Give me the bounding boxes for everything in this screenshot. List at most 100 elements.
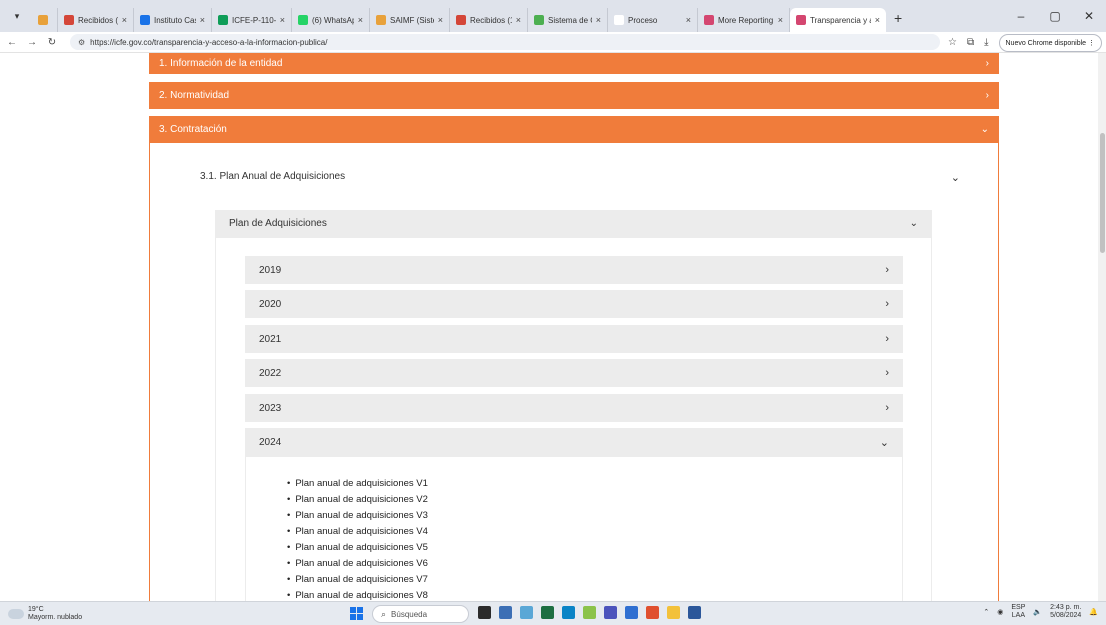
minimize-button[interactable]: – <box>1004 9 1038 23</box>
document-link[interactable]: Plan anual de adquisiciones V8 <box>287 588 428 601</box>
teams-icon[interactable] <box>604 606 617 619</box>
browser-tab[interactable]: Sistema de Gesti × <box>528 8 608 32</box>
app-icon[interactable] <box>583 606 596 619</box>
clock[interactable]: 2:43 p. m. 5/08/2024 <box>1050 604 1081 620</box>
browser-tab[interactable]: More Reporting × <box>698 8 790 32</box>
weather-desc: Mayorm. nublado <box>28 613 83 621</box>
bookmark-star-icon[interactable]: ☆ <box>948 37 957 48</box>
plan-adquisiciones-header[interactable]: Plan de Adquisiciones ⌄ <box>215 210 932 237</box>
subsection-label: 3.1. Plan Anual de Adquisiciones <box>200 171 346 182</box>
document-link[interactable]: Plan anual de adquisiciones V1 <box>287 476 428 492</box>
browser-tab[interactable]: Proceso × <box>608 8 698 32</box>
browser-tab[interactable]: Instituto Casas F × <box>134 8 212 32</box>
browser-tab[interactable]: SAIMF (Sistema d × <box>370 8 450 32</box>
chrome-update-button[interactable]: Nuevo Chrome disponible ⋮ <box>998 34 1102 52</box>
tab-favicon-icon <box>218 15 228 25</box>
browser-tab[interactable] <box>32 8 58 32</box>
document-link[interactable]: Plan anual de adquisiciones V5 <box>287 540 428 556</box>
tab-title: Proceso <box>628 15 658 25</box>
close-tab-icon[interactable]: × <box>358 15 363 25</box>
close-tab-icon[interactable]: × <box>875 15 880 25</box>
reload-icon[interactable]: ↻ <box>44 37 60 48</box>
section-normatividad[interactable]: 2. Normatividad › <box>149 82 999 109</box>
chevron-down-icon: ⌄ <box>950 172 960 184</box>
extensions-icon[interactable]: ⧉ <box>967 37 974 48</box>
browser-tab[interactable]: Recibidos (1.712) × <box>58 8 134 32</box>
back-icon[interactable]: ← <box>4 37 20 48</box>
document-list: Plan anual de adquisiciones V1Plan anual… <box>287 476 428 601</box>
date: 5/08/2024 <box>1050 612 1082 619</box>
browser-tab[interactable]: (6) WhatsApp × <box>292 8 370 32</box>
document-link[interactable]: Plan anual de adquisiciones V3 <box>287 508 428 524</box>
file-explorer-icon[interactable] <box>667 606 680 619</box>
year-row-2022[interactable]: 2022 › <box>245 359 903 387</box>
window-controls: – ▢ ✕ <box>1004 0 1106 32</box>
scrollbar-thumb[interactable] <box>1100 133 1105 253</box>
close-tab-icon[interactable]: × <box>122 15 127 25</box>
close-tab-icon[interactable]: × <box>438 15 443 25</box>
chevron-up-icon[interactable]: ⌃ <box>983 608 989 616</box>
year-row-2020[interactable]: 2020 › <box>245 290 903 318</box>
tab-title: Instituto Casas F <box>154 15 196 25</box>
year-row-2021[interactable]: 2021 › <box>245 325 903 353</box>
web-page: 1. Información de la entidad › 2. Normat… <box>0 53 1106 601</box>
tab-title: More Reporting <box>718 15 774 25</box>
section-label: 3. Contratación <box>159 124 227 135</box>
section-contratacion[interactable]: 3. Contratación ⌄ <box>149 116 999 143</box>
close-window-button[interactable]: ✕ <box>1072 9 1106 23</box>
notepad-icon[interactable] <box>625 606 638 619</box>
document-link[interactable]: Plan anual de adquisiciones V7 <box>287 572 428 588</box>
task-view-icon[interactable] <box>478 606 491 619</box>
document-link[interactable]: Plan anual de adquisiciones V6 <box>287 556 428 572</box>
close-tab-icon[interactable]: × <box>516 15 521 25</box>
year-row-2023[interactable]: 2023 › <box>245 394 903 422</box>
close-tab-icon[interactable]: × <box>280 15 285 25</box>
close-tab-icon[interactable]: × <box>686 15 691 25</box>
tab-favicon-icon <box>796 15 806 25</box>
tab-favicon-icon <box>376 15 386 25</box>
calculator-icon[interactable] <box>499 606 512 619</box>
edge-icon[interactable] <box>562 606 575 619</box>
cloud-icon <box>8 608 24 619</box>
download-icon[interactable]: ⤓ <box>984 37 988 48</box>
tab-favicon-icon <box>456 15 466 25</box>
browser-tab[interactable]: Recibidos (12) - s × <box>450 8 528 32</box>
year-row-2019[interactable]: 2019 › <box>245 256 903 284</box>
address-bar[interactable]: ⚙ https://icfe.gov.co/transparencia-y-ac… <box>70 34 940 50</box>
tab-search-icon[interactable]: ▾ <box>6 5 28 27</box>
forward-icon[interactable]: → <box>24 37 40 48</box>
section-informacion-entidad[interactable]: 1. Información de la entidad › <box>149 53 999 74</box>
tab-favicon-icon <box>704 15 714 25</box>
tab-title: Sistema de Gesti <box>548 15 592 25</box>
windows-start-icon[interactable] <box>350 607 363 620</box>
year-row-2024[interactable]: 2024 ⌄ <box>245 428 903 456</box>
notification-icon[interactable]: 🔔 <box>1089 608 1098 616</box>
site-info-icon[interactable]: ⚙ <box>78 38 85 47</box>
weather-widget[interactable]: 19°C Mayorm. nublado <box>8 606 82 622</box>
document-link[interactable]: Plan anual de adquisiciones V4 <box>287 524 428 540</box>
toolbar-icons: ☆ ⧉ ⤓ ● <box>948 37 1005 48</box>
new-tab-button[interactable]: + <box>894 10 902 26</box>
page-scrollbar[interactable] <box>1098 53 1106 601</box>
volume-icon[interactable]: 🔈 <box>1033 608 1042 616</box>
chrome-icon[interactable] <box>646 606 659 619</box>
close-tab-icon[interactable]: × <box>200 15 205 25</box>
tab-title: (6) WhatsApp <box>312 15 354 25</box>
language-indicator[interactable]: ESP LAA <box>1011 604 1025 620</box>
document-link[interactable]: Plan anual de adquisiciones V2 <box>287 492 428 508</box>
chevron-right-icon: › <box>985 90 989 101</box>
taskbar-search[interactable]: ⌕ Búsqueda <box>372 605 469 623</box>
tab-title: Recibidos (1.712) <box>78 15 118 25</box>
close-tab-icon[interactable]: × <box>596 15 601 25</box>
subsection-plan-anual[interactable]: 3.1. Plan Anual de Adquisiciones ⌄ <box>200 171 960 184</box>
word-icon[interactable] <box>688 606 701 619</box>
excel-icon[interactable] <box>541 606 554 619</box>
tab-title: SAIMF (Sistema d <box>390 15 434 25</box>
network-icon[interactable]: ◉ <box>997 608 1003 616</box>
maximize-button[interactable]: ▢ <box>1038 9 1072 23</box>
browser-tab[interactable]: ICFE-P-110-F-01 × <box>212 8 292 32</box>
close-tab-icon[interactable]: × <box>778 15 783 25</box>
browser-tab[interactable]: Transparencia y a × <box>790 8 886 32</box>
lang-top: ESP <box>1011 604 1026 611</box>
snipping-icon[interactable] <box>520 606 533 619</box>
